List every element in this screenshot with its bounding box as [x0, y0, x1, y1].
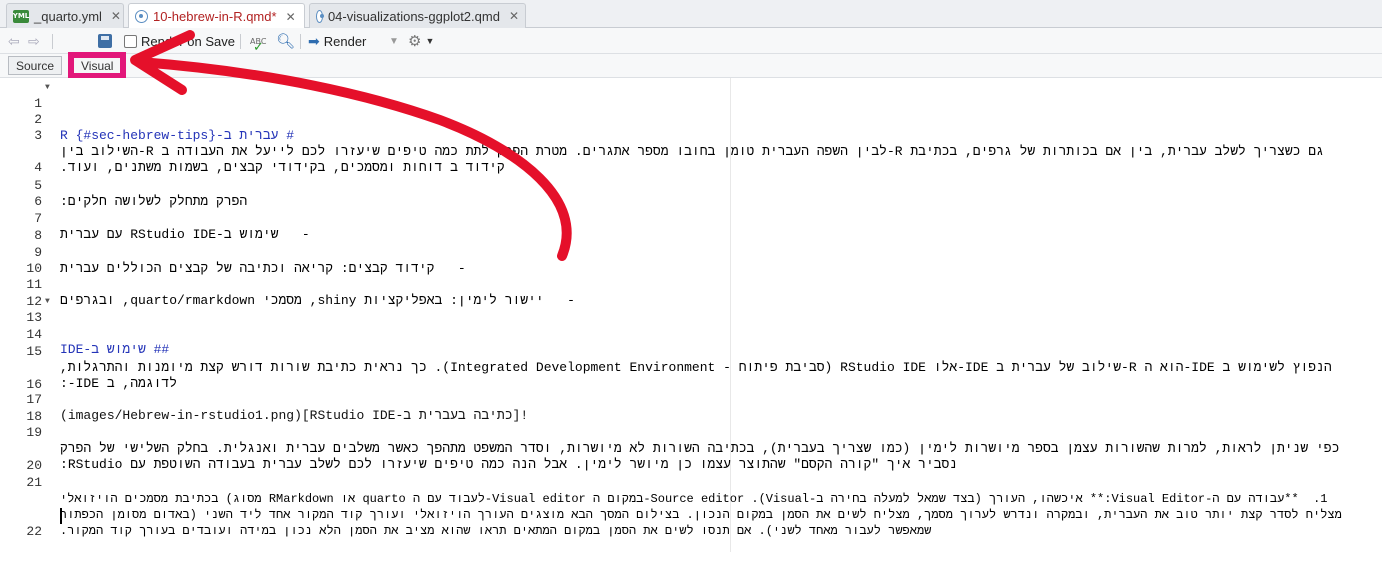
toolbar-divider: [300, 34, 301, 49]
editor-line: 1 ▼ # עברית ב-R {#sec-hebrew-tips}: [0, 80, 1382, 143]
source-mode-button[interactable]: Source: [8, 56, 63, 75]
back-button[interactable]: ⇦: [8, 32, 20, 50]
toolbar-divider: [52, 34, 53, 49]
editor-toolbar: ⇦ ⇨ Render on Save ABC ✓ 🔍︎ ➡ Render ▼ ⚙ …: [0, 28, 1382, 55]
render-button[interactable]: ➡ Render: [308, 32, 366, 50]
editor-line: 11 - יישור לימין: באפליקציות shiny, מסמכ…: [0, 261, 1382, 308]
render-label: Render: [323, 33, 367, 49]
quarto-file-icon: [316, 9, 324, 23]
tab-label: _quarto.yml: [34, 8, 102, 24]
tab-label: 10-hebrew-in-R.qmd*: [153, 9, 277, 24]
text-cursor: [60, 508, 62, 524]
code-editor[interactable]: 1 ▼ # עברית ב-R {#sec-hebrew-tips} 2 3 ג…: [0, 78, 1382, 552]
save-icon: [98, 34, 112, 48]
tab-hebrew-in-r[interactable]: 10-hebrew-in-R.qmd* ✕: [128, 3, 305, 29]
editor-line: 12: [0, 278, 1382, 309]
editor-line: 13 ▼ ## שימוש ב-IDE: [0, 294, 1382, 357]
render-on-save-checkbox[interactable]: [124, 34, 137, 48]
render-arrow-icon: ➡: [308, 32, 320, 49]
settings-button[interactable]: ⚙ ▼: [408, 32, 434, 50]
fold-arrow-icon[interactable]: ▼: [45, 294, 50, 310]
search-icon: 🔍︎: [276, 33, 296, 50]
find-button[interactable]: 🔍︎: [276, 32, 295, 50]
editor-line: 19 כפי שניתן לראות, למרות שהשורות עצמן ב…: [0, 409, 1382, 472]
editor-line: 3 גם כשצריך לשלב עברית, בין אם בכותרות ש…: [0, 112, 1382, 175]
tab-label: 04-visualizations-ggplot2.qmd: [327, 8, 500, 24]
spellcheck-button[interactable]: ABC ✓: [250, 32, 267, 55]
line-text: ## שימוש ב-IDE: [60, 342, 170, 357]
line-number: 19: [26, 425, 42, 440]
editor-line: 2: [0, 96, 1382, 127]
visual-mode-button[interactable]: Visual: [67, 52, 127, 79]
render-on-save-label: Render on Save: [141, 33, 235, 49]
editor-line: 10: [0, 245, 1382, 276]
arrow-left-icon: ⇦: [8, 32, 20, 49]
tab-visualizations-ggplot2[interactable]: 04-visualizations-ggplot2.qmd ✕: [309, 3, 526, 28]
close-icon[interactable]: ✕: [509, 9, 519, 23]
editor-line: 18: [0, 393, 1382, 424]
line-number: 3: [34, 128, 42, 143]
editor-line: 16: [0, 361, 1382, 392]
fold-arrow-icon[interactable]: ▼: [45, 80, 50, 96]
editor-line: 5 הפרק מתחלק לשלושה חלקים:: [0, 162, 1382, 209]
line-number: 22: [26, 524, 42, 539]
render-options-dropdown[interactable]: ▼: [389, 32, 399, 50]
close-icon[interactable]: ✕: [111, 9, 121, 23]
editor-line: 8: [0, 212, 1382, 243]
editor-line: 6: [0, 178, 1382, 209]
yaml-file-icon: YML: [13, 9, 29, 23]
editor-line: 14: [0, 311, 1382, 342]
editor-mode-bar: Source Visual: [0, 52, 1382, 79]
line-number: 15: [26, 344, 42, 359]
editor-line: 17 ![כתיבה בעברית ב-RStudio IDE](images/…: [0, 376, 1382, 423]
editor-line: 21 1. **עבודה עם ה-Visual Editor:** איכש…: [0, 459, 1382, 538]
forward-button[interactable]: ⇨: [28, 32, 40, 50]
editor-line: 7 - שימוש ב-RStudio IDE עם עברית: [0, 195, 1382, 242]
editor-line: 15 הנפוץ לשימוש ב IDE-הוא ה R-שילוב של ע…: [0, 328, 1382, 391]
tab-quarto-yml[interactable]: YML _quarto.yml ✕: [6, 3, 124, 28]
render-on-save-toggle[interactable]: Render on Save: [124, 32, 235, 50]
toolbar-divider: [240, 34, 241, 49]
editor-tab-bar: YML _quarto.yml ✕ 10-hebrew-in-R.qmd* ✕ …: [0, 0, 1382, 29]
arrow-right-icon: ⇨: [28, 32, 40, 49]
editor-line: 20: [0, 442, 1382, 473]
spellcheck-icon: ABC ✓: [250, 36, 267, 55]
editor-line: 9 - קידוד קבצים: קריאה וכתיבה של קבצים ה…: [0, 229, 1382, 276]
gear-icon: ⚙: [408, 33, 422, 50]
editor-line: 4: [0, 144, 1382, 175]
quarto-file-icon: [135, 10, 148, 23]
line-number: 21: [26, 475, 42, 490]
close-icon[interactable]: ✕: [286, 10, 296, 24]
line-text: # עברית ב-R {#sec-hebrew-tips}: [60, 128, 295, 143]
chevron-down-icon: ▼: [425, 36, 435, 46]
save-button[interactable]: [98, 32, 112, 50]
editor-line: 22: [0, 508, 1382, 539]
